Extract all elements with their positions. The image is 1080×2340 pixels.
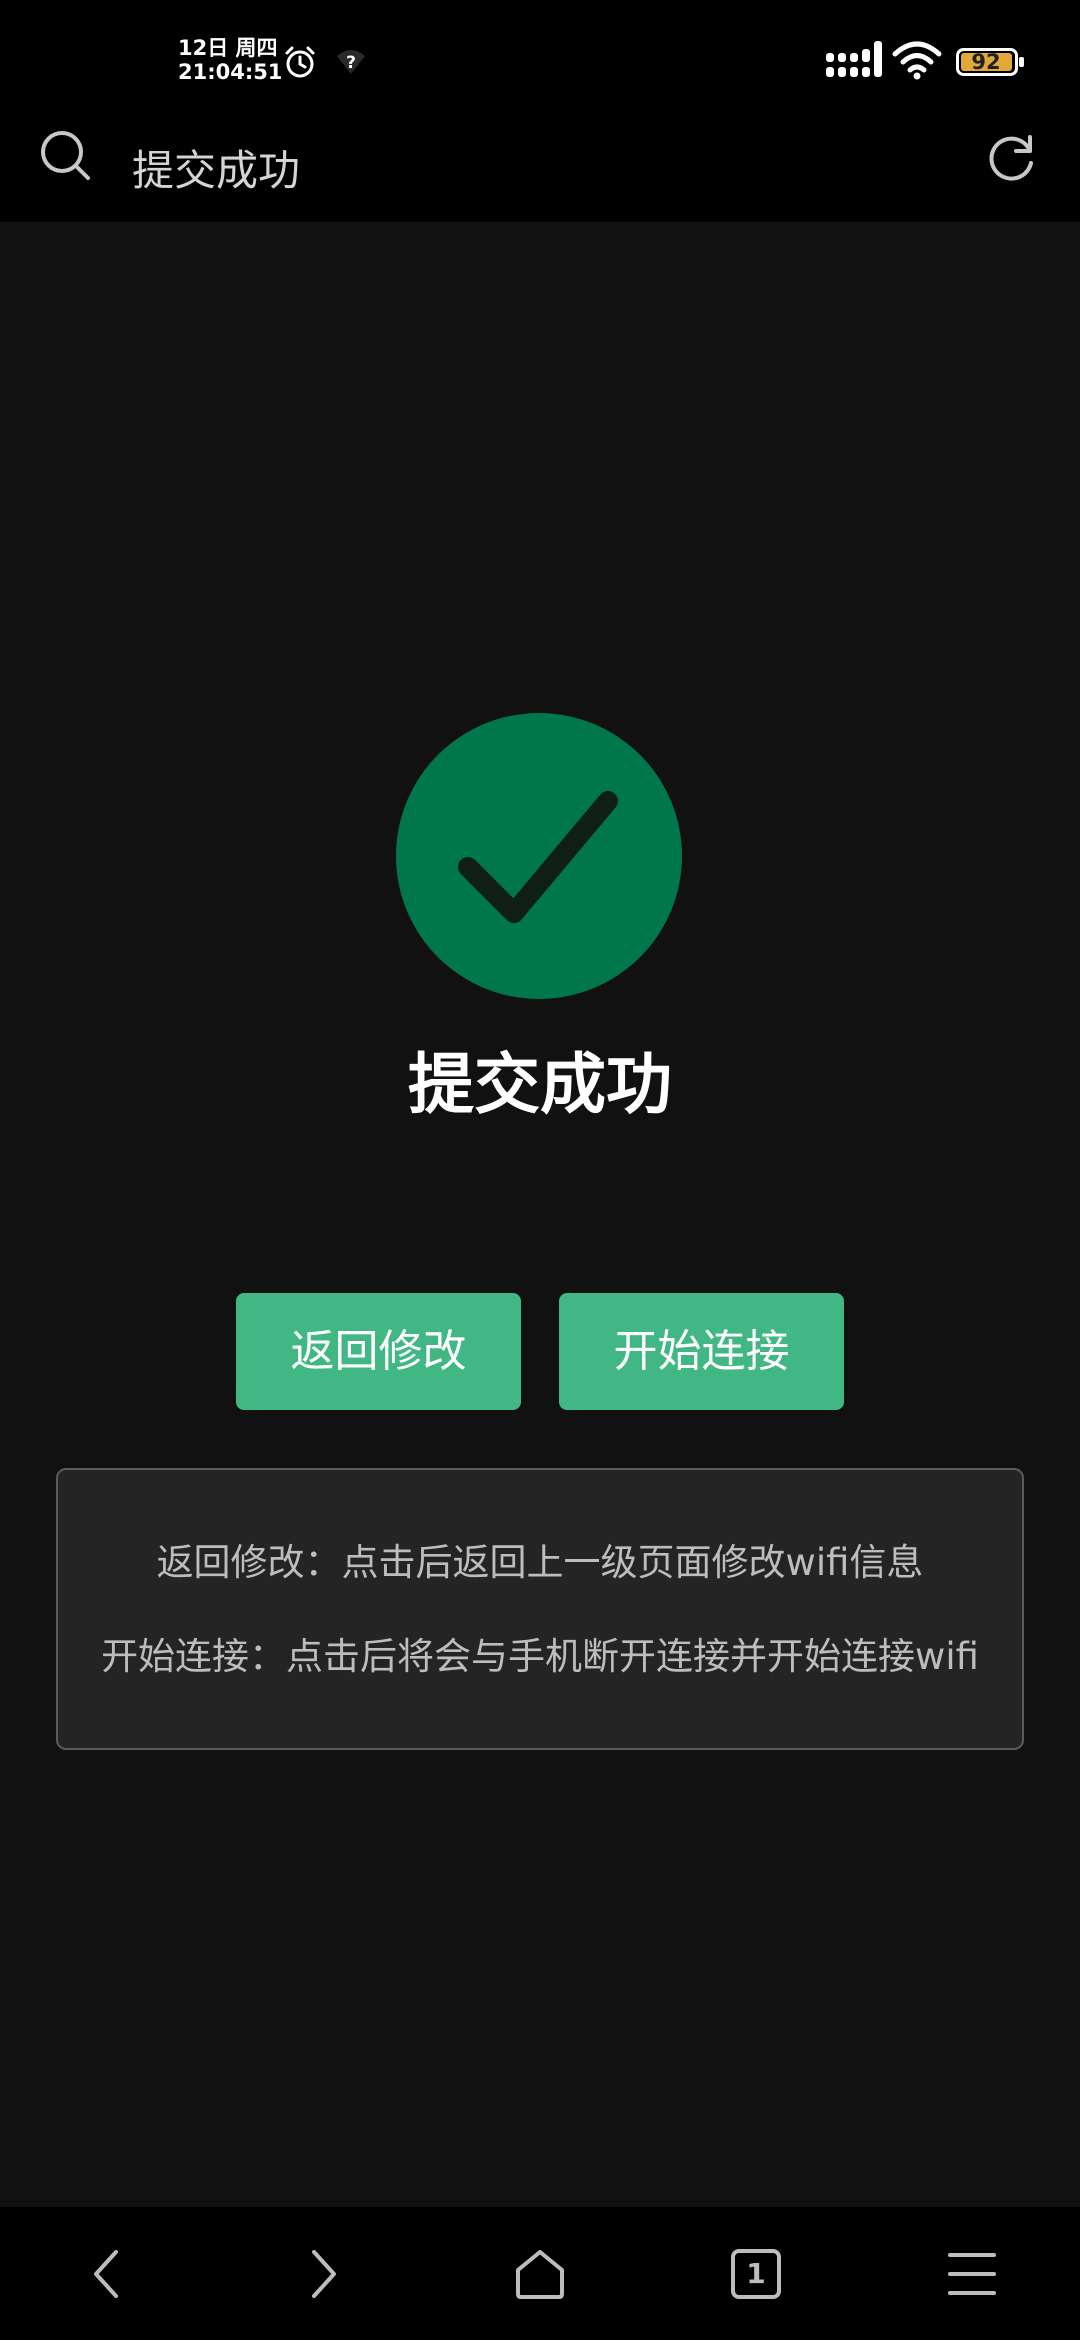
back-icon [94, 2250, 118, 2298]
nav-menu-button[interactable] [927, 2229, 1017, 2319]
nav-home-button[interactable] [495, 2229, 585, 2319]
alarm-icon [283, 45, 317, 83]
home-icon [516, 2250, 564, 2299]
svg-text:?: ? [346, 53, 356, 73]
nav-back-button[interactable] [62, 2229, 152, 2319]
wifi-icon [892, 40, 942, 84]
forward-icon [312, 2250, 336, 2298]
refresh-icon [989, 135, 1033, 181]
battery-icon: 92 [956, 48, 1026, 76]
top-bar: 提交成功 [0, 120, 1080, 222]
status-date: 12日 周四 [178, 36, 278, 60]
start-connect-button[interactable]: 开始连接 [559, 1293, 844, 1410]
status-bar: 12日 周四 21:04:51 ? 92 [0, 0, 1080, 120]
nav-forward-button[interactable] [278, 2229, 368, 2319]
bottom-nav: 1 [0, 2207, 1080, 2340]
check-circle-icon [396, 713, 682, 999]
main-content [0, 222, 1080, 2207]
menu-icon [948, 2253, 996, 2295]
battery-level: 92 [971, 50, 1001, 74]
status-datetime: 12日 周四 21:04:51 [178, 36, 282, 84]
unknown-network-icon: ? [334, 46, 368, 82]
search-button[interactable] [38, 128, 94, 188]
search-icon [41, 131, 90, 180]
result-title: 提交成功 [408, 1046, 672, 1123]
info-panel: 返回修改：点击后返回上一级页面修改wifi信息 开始连接：点击后将会与手机断开连… [56, 1468, 1024, 1750]
refresh-button[interactable] [984, 129, 1040, 189]
info-line-back: 返回修改：点击后返回上一级页面修改wifi信息 [156, 1541, 924, 1584]
signal-icon [826, 41, 882, 83]
page-title[interactable]: 提交成功 [132, 136, 300, 206]
status-time: 21:04:51 [178, 60, 283, 84]
info-line-connect: 开始连接：点击后将会与手机断开连接并开始连接wifi [101, 1635, 979, 1678]
nav-tabs-button[interactable]: 1 [711, 2229, 801, 2319]
tab-count: 1 [746, 2257, 766, 2290]
back-to-edit-button[interactable]: 返回修改 [236, 1293, 521, 1410]
